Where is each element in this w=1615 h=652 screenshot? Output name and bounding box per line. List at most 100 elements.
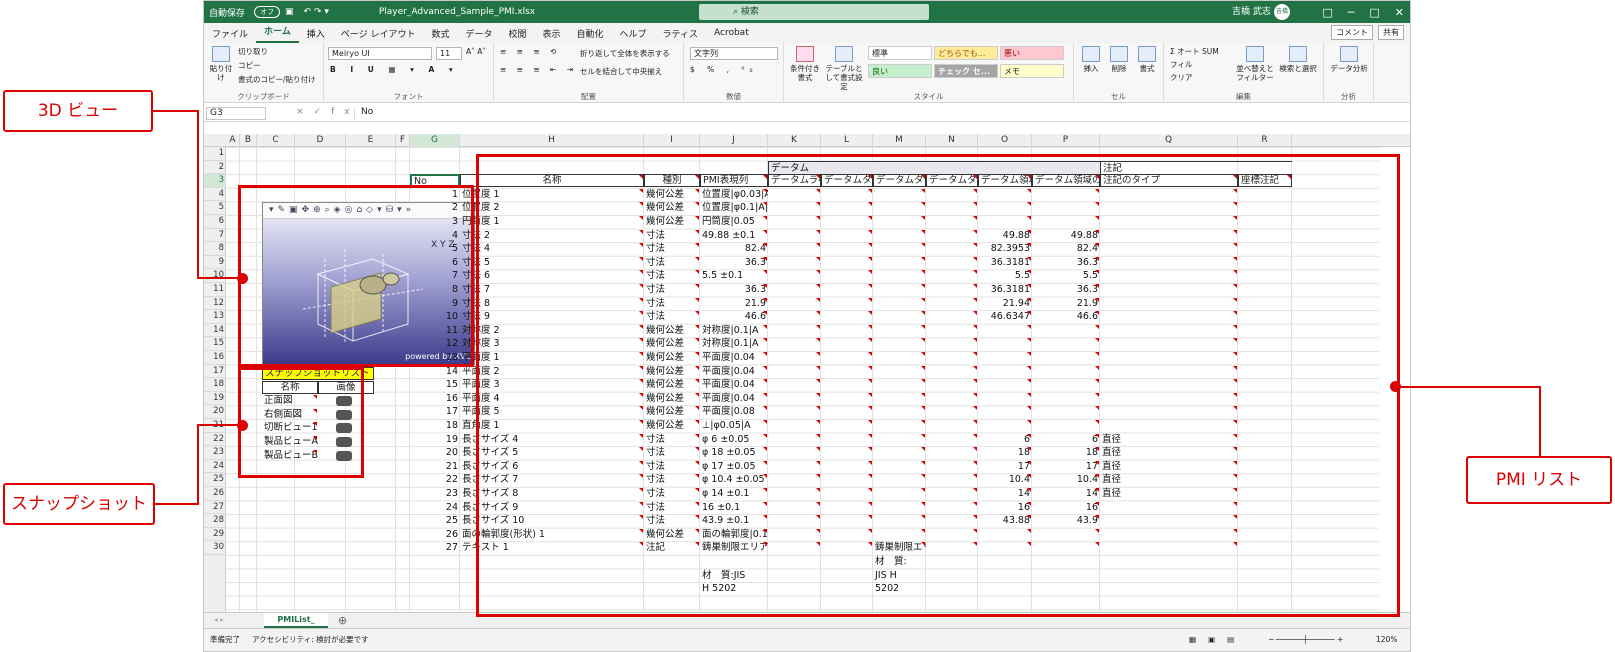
avatar[interactable]: 吉橋 <box>1274 4 1290 20</box>
tab-home[interactable]: ホーム <box>256 23 299 43</box>
search-box[interactable]: ⌕ 検索 <box>699 4 929 20</box>
column-header-e[interactable]: E <box>346 134 396 147</box>
tab-page-layout[interactable]: ページ レイアウト <box>333 27 424 40</box>
column-header-n[interactable]: N <box>926 134 978 147</box>
format-painter-button[interactable]: 書式のコピー/貼り付け <box>238 74 316 85</box>
row-header[interactable]: 14 <box>204 324 226 338</box>
row-header[interactable]: 28 <box>204 514 226 528</box>
tab-review[interactable]: 校閲 <box>500 27 534 40</box>
font-style-buttons[interactable]: B I U ▦ ▾ A ▾ <box>330 65 459 74</box>
row-header[interactable]: 1 <box>204 147 226 161</box>
conditional-format-button[interactable]: 条件付き書式 <box>788 46 822 82</box>
view-mode-icons[interactable]: ▦▣▤ <box>1189 629 1246 651</box>
row-header[interactable]: 26 <box>204 487 226 501</box>
fill-button[interactable]: フィル <box>1170 59 1192 70</box>
column-header-f[interactable]: F <box>396 134 410 147</box>
column-header-c[interactable]: C <box>257 134 295 147</box>
style-normal[interactable]: 標準 <box>868 46 932 60</box>
sheet-tab-pmilist[interactable]: PMIList_ <box>264 613 328 628</box>
undo-icon[interactable]: ↶ ↷ ▾ <box>299 7 334 17</box>
row-header[interactable]: 30 <box>204 541 226 555</box>
style-check-cell[interactable]: チェック セ... <box>934 64 998 78</box>
row-header[interactable]: 15 <box>204 337 226 351</box>
column-header-r[interactable]: R <box>1238 134 1292 147</box>
comment-button[interactable]: コメント <box>1331 25 1373 40</box>
maximize-icon[interactable]: □ <box>1369 6 1379 19</box>
column-header-k[interactable]: K <box>768 134 821 147</box>
row-header[interactable]: 6 <box>204 215 226 229</box>
column-header-p[interactable]: P <box>1032 134 1100 147</box>
sheet-nav-icons[interactable]: ◂ ▸ <box>214 615 224 624</box>
wrap-text-button[interactable]: 折り返して全体を表示する <box>580 48 670 59</box>
align-top-icons[interactable]: ≡ ≡ ≡ ⟲ <box>500 47 560 56</box>
paste-button[interactable]: 貼り付け <box>208 46 234 82</box>
row-header[interactable]: 18 <box>204 378 226 392</box>
cut-button[interactable]: 切り取り <box>238 46 268 57</box>
row-header[interactable]: 9 <box>204 256 226 270</box>
format-cells-button[interactable]: 書式 <box>1134 46 1160 73</box>
number-format-select[interactable]: 文字列 <box>690 47 778 60</box>
format-as-table-button[interactable]: テーブルとして書式設定 <box>824 46 864 91</box>
column-header-h[interactable]: H <box>460 134 644 147</box>
row-header[interactable]: 23 <box>204 446 226 460</box>
column-header-l[interactable]: L <box>821 134 873 147</box>
tab-automate[interactable]: 自動化 <box>569 27 612 40</box>
column-header-b[interactable]: B <box>240 134 257 147</box>
formula-input[interactable]: No <box>354 107 1408 120</box>
row-header[interactable]: 4 <box>204 188 226 202</box>
tab-file[interactable]: ファイル <box>204 27 256 40</box>
row-header[interactable]: 3 <box>204 174 226 188</box>
tab-lattice[interactable]: ラティス <box>655 27 706 40</box>
find-select-button[interactable]: 検索と選択 <box>1278 46 1318 73</box>
close-icon[interactable]: ✕ <box>1395 6 1404 19</box>
save-icon[interactable]: ▣ <box>280 7 299 17</box>
style-bad[interactable]: 悪い <box>1000 46 1064 60</box>
row-header[interactable]: 22 <box>204 433 226 447</box>
tab-insert[interactable]: 挿入 <box>299 27 333 40</box>
align-left-icons[interactable]: ≡ ≡ ≡ ⇤ ⇥ <box>500 65 577 74</box>
delete-cells-button[interactable]: 削除 <box>1106 46 1132 73</box>
row-header[interactable]: 27 <box>204 501 226 515</box>
zoom-slider[interactable]: ─ ──────┼────── + <box>1269 629 1343 651</box>
column-header-m[interactable]: M <box>873 134 926 147</box>
merge-center-button[interactable]: セルを結合して中央揃え <box>580 66 662 77</box>
row-header[interactable]: 13 <box>204 310 226 324</box>
sort-filter-button[interactable]: 並べ替えとフィルター <box>1236 46 1274 82</box>
font-name-select[interactable]: Meiryo UI <box>328 47 432 60</box>
row-header[interactable]: 11 <box>204 283 226 297</box>
row-header[interactable]: 20 <box>204 405 226 419</box>
file-name[interactable]: Player_Advanced_Sample_PMI.xlsx <box>374 7 540 17</box>
row-header[interactable]: 29 <box>204 528 226 542</box>
column-header-a[interactable]: A <box>226 134 240 147</box>
autosave-toggle[interactable]: オフ <box>254 6 281 18</box>
column-header-o[interactable]: O <box>978 134 1032 147</box>
tab-formulas[interactable]: 数式 <box>423 27 457 40</box>
add-sheet-icon[interactable]: ⊕ <box>338 614 347 627</box>
row-header[interactable]: 12 <box>204 297 226 311</box>
column-header-j[interactable]: J <box>700 134 768 147</box>
style-good[interactable]: 良い <box>868 64 932 78</box>
font-size-select[interactable]: 11 <box>436 47 462 60</box>
row-header[interactable]: 24 <box>204 460 226 474</box>
share-button[interactable]: 共有 <box>1378 25 1404 40</box>
style-neutral[interactable]: どちらでも... <box>934 46 998 60</box>
name-box[interactable]: G3 <box>206 107 266 120</box>
zoom-level[interactable]: 120% <box>1376 629 1397 651</box>
row-header[interactable]: 25 <box>204 473 226 487</box>
tab-acrobat[interactable]: Acrobat <box>706 28 757 38</box>
column-header-g[interactable]: G <box>410 134 460 147</box>
row-header[interactable]: 16 <box>204 351 226 365</box>
number-format-icons[interactable]: $ % , ⁰₀ <box>690 65 757 74</box>
autosum-button[interactable]: Σ オート SUM <box>1170 46 1219 57</box>
copy-button[interactable]: コピー <box>238 60 261 71</box>
column-header-q[interactable]: Q <box>1100 134 1238 147</box>
style-note[interactable]: メモ <box>1000 64 1064 78</box>
insert-cells-button[interactable]: 挿入 <box>1078 46 1104 73</box>
tab-help[interactable]: ヘルプ <box>612 27 655 40</box>
row-header[interactable]: 19 <box>204 392 226 406</box>
column-header-i[interactable]: I <box>644 134 700 147</box>
data-analysis-button[interactable]: データ分析 <box>1330 46 1368 73</box>
column-header-d[interactable]: D <box>295 134 346 147</box>
minimize-icon[interactable]: ─ <box>1348 6 1355 19</box>
formula-buttons[interactable]: ×✓fx <box>296 107 360 117</box>
